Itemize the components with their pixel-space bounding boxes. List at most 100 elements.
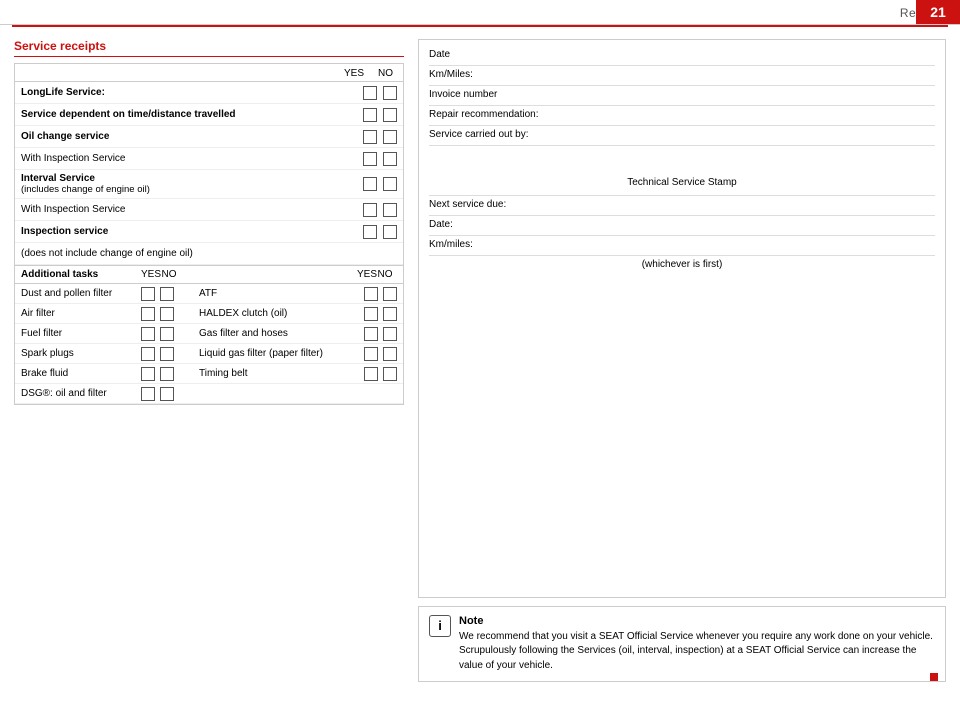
table-row: Air filter HALDEX clutch (oil): [15, 304, 403, 324]
right-checkboxes: [364, 307, 397, 321]
row-label: LongLife Service:: [21, 87, 363, 98]
invoice-field: Invoice number: [429, 86, 935, 106]
yes-checkbox[interactable]: [141, 307, 155, 321]
yes-checkbox[interactable]: [141, 287, 155, 301]
no-checkbox[interactable]: [160, 287, 174, 301]
item-label: Air filter: [21, 308, 141, 319]
item-label: Liquid gas filter (paper filter): [191, 348, 364, 359]
no-checkbox[interactable]: [160, 327, 174, 341]
date-field: Date: [429, 46, 935, 66]
table-row: Spark plugs Liquid gas filter (paper fil…: [15, 344, 403, 364]
left-column: Service receipts YES NO LongLife Service…: [14, 39, 404, 682]
no-checkbox[interactable]: [160, 347, 174, 361]
no-checkbox[interactable]: [383, 367, 397, 381]
service-carried-label: Service carried out by:: [429, 129, 529, 140]
repair-label: Repair recommendation:: [429, 109, 539, 120]
left-checkboxes: [141, 287, 191, 301]
checkbox-group: [363, 225, 397, 239]
no-checkbox[interactable]: [383, 203, 397, 217]
table-row: Oil change service: [15, 126, 403, 148]
item-label: Brake fluid: [21, 368, 141, 379]
checkbox-group: [363, 108, 397, 122]
item-label: HALDEX clutch (oil): [191, 308, 364, 319]
yes-checkbox[interactable]: [141, 387, 155, 401]
yes-checkbox[interactable]: [364, 347, 378, 361]
yes-checkbox[interactable]: [363, 86, 377, 100]
table-row: Inspection service: [15, 221, 403, 243]
km-field: Km/Miles:: [429, 66, 935, 86]
right-checkboxes: [364, 287, 397, 301]
yes-checkbox[interactable]: [363, 225, 377, 239]
date2-field: Date:: [429, 216, 935, 236]
yes-checkbox[interactable]: [364, 307, 378, 321]
no-col2: NO: [377, 269, 393, 280]
yes-checkbox[interactable]: [363, 130, 377, 144]
yes-checkbox[interactable]: [141, 327, 155, 341]
yes-checkbox[interactable]: [363, 177, 377, 191]
additional-label: Additional tasks: [21, 269, 141, 280]
main-content: Service receipts YES NO LongLife Service…: [0, 27, 960, 692]
date2-label: Date:: [429, 219, 453, 230]
left-checkboxes: [141, 347, 191, 361]
item-label: ATF: [191, 288, 364, 299]
item-label: DSG®: oil and filter: [21, 388, 141, 399]
table-row: (does not include change of engine oil): [15, 243, 403, 265]
date-label: Date: [429, 49, 450, 60]
no-col: NO: [161, 269, 177, 280]
checkbox-group: [363, 130, 397, 144]
page-header: Records 21: [0, 0, 960, 25]
row-label: Oil change service: [21, 131, 363, 142]
no-checkbox[interactable]: [160, 307, 174, 321]
no-checkbox[interactable]: [383, 307, 397, 321]
item-label: Dust and pollen filter: [21, 288, 141, 299]
left-checkboxes: [141, 327, 191, 341]
next-service-label: Next service due:: [429, 199, 506, 210]
additional-header: Additional tasks YES NO YES NO: [15, 265, 403, 284]
no-checkbox[interactable]: [383, 152, 397, 166]
yes-checkbox[interactable]: [363, 152, 377, 166]
yes-checkbox[interactable]: [364, 327, 378, 341]
table-row: Dust and pollen filter ATF: [15, 284, 403, 304]
note-title: Note: [459, 615, 935, 627]
row-label: Service dependent on time/distance trave…: [21, 109, 363, 120]
yes-checkbox[interactable]: [141, 347, 155, 361]
yes-checkbox[interactable]: [364, 367, 378, 381]
note-text: We recommend that you visit a SEAT Offic…: [459, 630, 935, 674]
no-checkbox[interactable]: [383, 130, 397, 144]
right-column: Date Km/Miles: Invoice number Repair rec…: [418, 39, 946, 682]
row-label: With Inspection Service: [21, 204, 363, 215]
no-checkbox[interactable]: [383, 108, 397, 122]
yes-checkbox[interactable]: [363, 108, 377, 122]
no-header: NO: [378, 68, 393, 79]
no-checkbox[interactable]: [383, 177, 397, 191]
stamp-field: Technical Service Stamp: [429, 146, 935, 196]
yes-checkbox[interactable]: [363, 203, 377, 217]
checkbox-group: [363, 86, 397, 100]
no-checkbox[interactable]: [383, 86, 397, 100]
invoice-label: Invoice number: [429, 89, 497, 100]
whichever-label: (whichever is first): [642, 259, 723, 270]
red-bullet: [930, 673, 938, 681]
no-checkbox[interactable]: [383, 287, 397, 301]
no-checkbox[interactable]: [383, 225, 397, 239]
right-checkboxes: [364, 367, 397, 381]
no-checkbox[interactable]: [160, 387, 174, 401]
no-checkbox[interactable]: [160, 367, 174, 381]
item-label: Spark plugs: [21, 348, 141, 359]
info-icon-letter: i: [438, 618, 442, 633]
right-checkboxes: [364, 347, 397, 361]
item-label: Timing belt: [191, 368, 364, 379]
service-carried-field: Service carried out by:: [429, 126, 935, 146]
left-checkboxes: [141, 367, 191, 381]
page-number-box: 21: [916, 0, 960, 24]
note-box: i Note We recommend that you visit a SEA…: [418, 606, 946, 683]
no-checkbox[interactable]: [383, 347, 397, 361]
table-row: With Inspection Service: [15, 199, 403, 221]
yes-checkbox[interactable]: [141, 367, 155, 381]
yes-col2: YES: [357, 269, 373, 280]
table-row: Service dependent on time/distance trave…: [15, 104, 403, 126]
yes-checkbox[interactable]: [364, 287, 378, 301]
info-icon: i: [429, 615, 451, 637]
no-checkbox[interactable]: [383, 327, 397, 341]
service-table: YES NO LongLife Service: Service depende…: [14, 63, 404, 405]
